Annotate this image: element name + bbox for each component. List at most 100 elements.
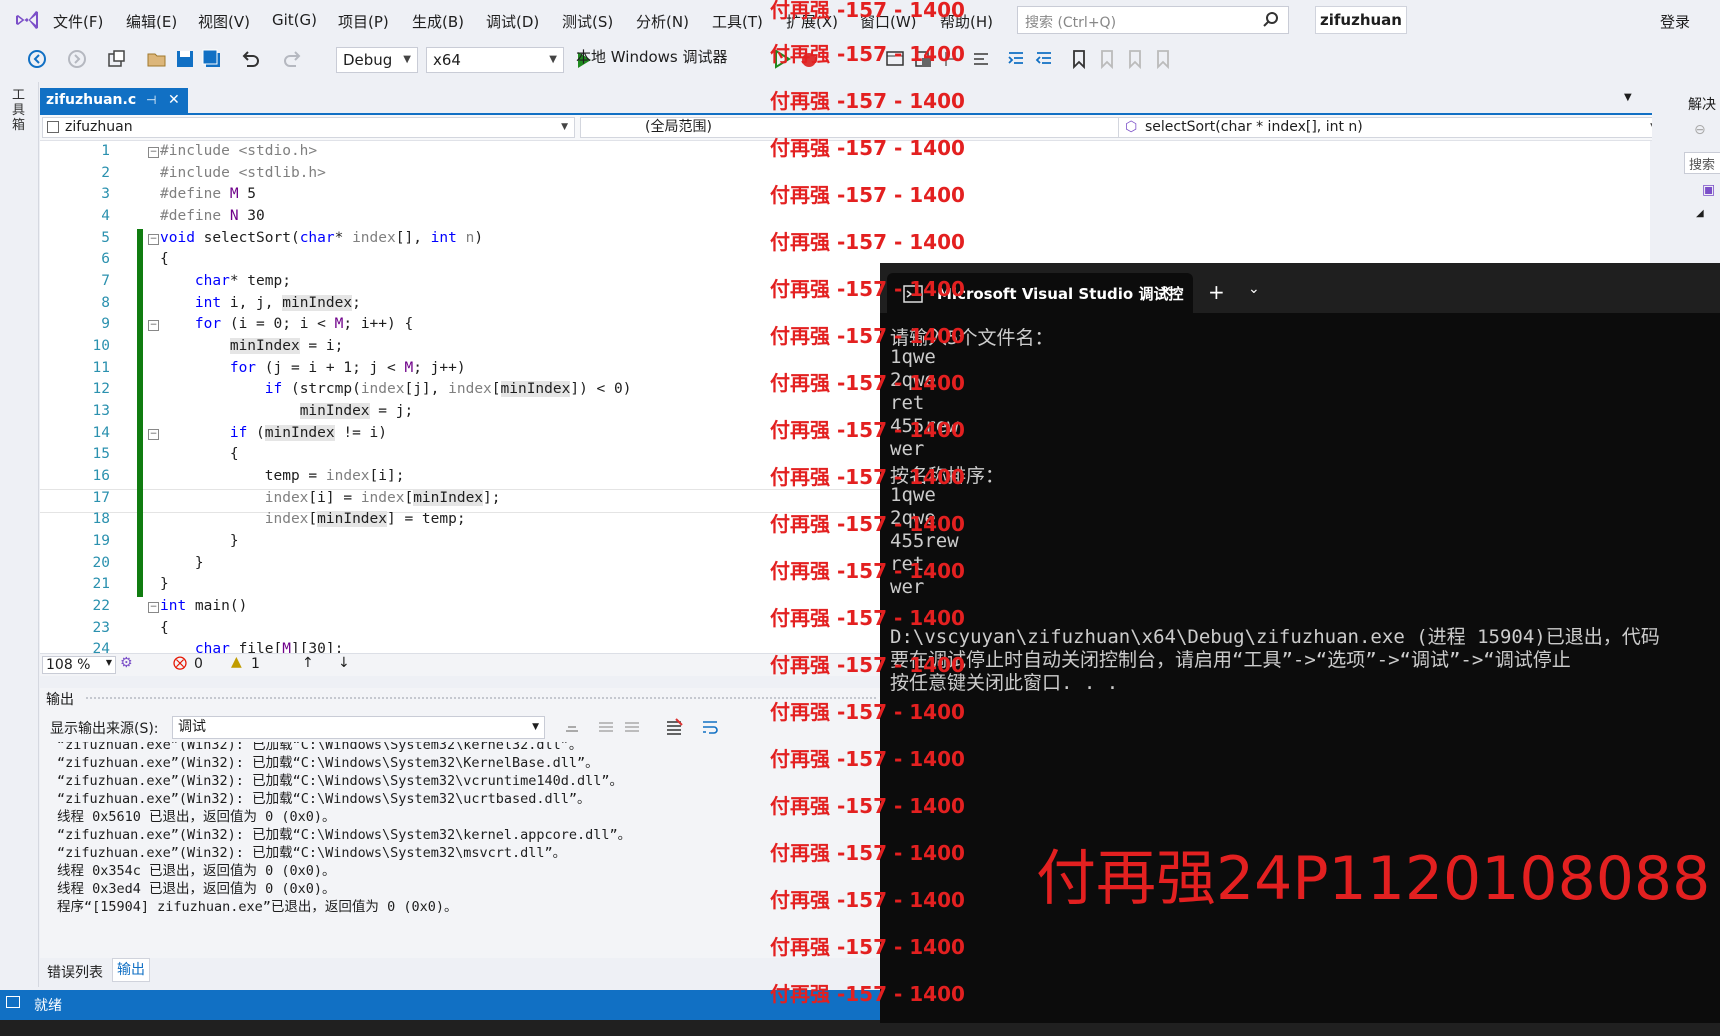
save-icon[interactable] (174, 48, 196, 70)
back-icon[interactable]: ⊖ (1694, 122, 1706, 138)
clear-bookmarks-icon[interactable] (1152, 48, 1174, 70)
close-icon[interactable]: ✕ (1159, 282, 1172, 301)
collapse-icon[interactable]: − (148, 429, 159, 440)
status-icon (6, 996, 20, 1008)
pin-icon[interactable]: ⊣ (146, 93, 156, 107)
arrow-down-icon[interactable]: ↓ (338, 655, 350, 671)
chevron-down-icon[interactable]: ⌄ (1248, 281, 1260, 297)
menu-tools[interactable]: 工具(T) (712, 11, 763, 32)
tab-output[interactable]: 输出 (112, 958, 150, 982)
error-count[interactable]: 0 (194, 656, 203, 672)
line-number: 7 (101, 273, 110, 289)
search-input[interactable]: 搜索 (Ctrl+Q) (1017, 6, 1289, 34)
arrow-up-icon[interactable]: ↑ (302, 655, 314, 671)
watermark-text: 付再强 -157 - 1400 (770, 700, 965, 724)
code-line: } (160, 576, 169, 592)
forward-icon[interactable] (66, 48, 88, 70)
word-wrap-icon[interactable] (700, 717, 720, 737)
solution-name: zifuzhuan (1315, 6, 1407, 34)
watermark-text: 付再强 -157 - 1400 (770, 371, 965, 395)
collapse-icon[interactable]: − (148, 147, 159, 158)
line-number: 1 (101, 143, 110, 159)
new-project-icon[interactable] (106, 48, 128, 70)
expand-icon[interactable]: ◢ (1696, 208, 1704, 219)
new-tab-icon[interactable]: + (1208, 280, 1225, 304)
zoom-value: 108 % (46, 657, 91, 673)
menu-file[interactable]: 文件(F) (53, 11, 103, 32)
output-line: 线程 0x3ed4 已退出，返回值为 0 (0x0)。 (57, 881, 336, 897)
configuration-select[interactable]: Debug ▼ (336, 47, 418, 73)
undo-icon[interactable] (239, 48, 261, 70)
code-line: { (160, 446, 239, 462)
menu-git[interactable]: Git(G) (272, 11, 317, 29)
status-text: 就绪 (34, 998, 62, 1014)
close-icon[interactable]: ✕ (168, 92, 180, 108)
chevron-down-icon: ▼ (403, 54, 411, 65)
clear-all-icon[interactable] (664, 717, 684, 737)
line-number: 12 (92, 381, 110, 397)
outdent-icon[interactable] (1033, 48, 1055, 70)
login-link[interactable]: 登录 (1660, 11, 1690, 32)
intellicode-icon[interactable]: ⚙ (120, 655, 133, 671)
configuration-value: Debug (343, 51, 393, 69)
watermark-text: 付再强 -157 - 1400 (770, 794, 965, 818)
toolbox-strip[interactable]: 工具箱 (0, 82, 39, 987)
next-bookmark-icon[interactable] (1124, 48, 1146, 70)
menu-test[interactable]: 测试(S) (562, 11, 613, 32)
chevron-down-icon: ▼ (105, 658, 112, 667)
code-line: #define N 30 (160, 208, 265, 224)
line-number: 23 (92, 620, 110, 636)
line-number: 16 (92, 468, 110, 484)
menu-build[interactable]: 生成(B) (412, 11, 464, 32)
warning-icon: ▲ (231, 654, 242, 670)
tab-zifuzhuan-c[interactable]: zifuzhuan.c ⊣ ✕ (40, 88, 188, 113)
output-line: “zifuzhuan.exe”(Win32): 已加载“C:\Windows\S… (57, 845, 567, 861)
prev-bookmark-icon[interactable] (1096, 48, 1118, 70)
menu-debug[interactable]: 调试(D) (486, 11, 539, 32)
indent-icon[interactable] (1005, 48, 1027, 70)
menu-edit[interactable]: 编辑(E) (126, 11, 177, 32)
menu-project[interactable]: 项目(P) (338, 11, 389, 32)
line-number: 15 (92, 446, 110, 462)
output-source-label: 显示输出来源(S): (50, 721, 159, 737)
comment-icon[interactable] (970, 48, 992, 70)
solution-search-input[interactable]: 搜索 (1684, 152, 1720, 174)
project-dropdown[interactable]: zifuzhuan ▼ (42, 117, 575, 138)
output-source-select[interactable]: 调试 ▼ (172, 716, 545, 739)
open-folder-icon[interactable] (146, 48, 168, 70)
line-number: 9 (101, 316, 110, 332)
chevron-down-icon[interactable]: ▼ (1624, 92, 1632, 103)
prev-message-icon[interactable] (596, 717, 616, 737)
local-debugger-button[interactable]: 本地 Windows 调试器 (576, 46, 728, 67)
line-number: 10 (92, 338, 110, 354)
back-icon[interactable] (26, 48, 48, 70)
save-all-icon[interactable] (201, 48, 223, 70)
function-icon: ⬡ (1125, 119, 1138, 135)
bookmark-icon[interactable] (1068, 48, 1090, 70)
platform-select[interactable]: x64 ▼ (426, 47, 564, 73)
function-dropdown[interactable]: ⬡ selectSort(char * index[], int n) ▼ (1118, 117, 1664, 138)
collapse-icon[interactable]: − (148, 320, 159, 331)
warning-count[interactable]: 1 (251, 656, 260, 672)
menu-view[interactable]: 视图(V) (198, 11, 250, 32)
redo-icon[interactable] (282, 48, 304, 70)
collapse-icon[interactable]: − (148, 234, 159, 245)
watermark-text: 付再强 -157 - 1400 (770, 136, 965, 160)
solution-explorer-label[interactable]: 解决 (1688, 94, 1716, 114)
find-message-icon[interactable] (562, 717, 582, 737)
tab-error-list[interactable]: 错误列表 (47, 962, 103, 982)
watermark-text: 付再强 -157 - 1400 (770, 559, 965, 583)
panel-grip[interactable] (86, 697, 876, 699)
solution-icon[interactable]: ▣ (1702, 182, 1715, 198)
collapse-icon[interactable]: − (148, 602, 159, 613)
next-message-icon[interactable] (622, 717, 642, 737)
code-line: void selectSort(char* index[], int n) (160, 230, 484, 246)
menu-analyze[interactable]: 分析(N) (636, 11, 689, 32)
console-title: Microsoft Visual Studio 调试控 (937, 285, 1184, 303)
zoom-select[interactable]: 108 % ▼ (42, 656, 116, 674)
output-line: “zifuzhuan.exe”(Win32): 已加载“C:\Windows\S… (57, 827, 632, 843)
line-number: 20 (92, 555, 110, 571)
line-number: 19 (92, 533, 110, 549)
output-source-value: 调试 (178, 719, 206, 735)
watermark-text: 付再强 -157 - 1400 (770, 653, 965, 677)
